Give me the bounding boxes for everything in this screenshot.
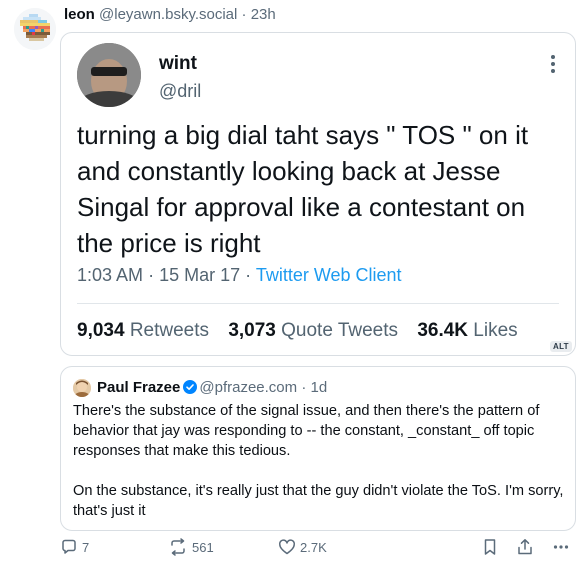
action-bar: 7 561 2.7K bbox=[60, 536, 580, 560]
more-options-button[interactable] bbox=[552, 538, 570, 556]
tweet-date: 15 Mar 17 bbox=[159, 265, 241, 285]
author-name[interactable]: leon bbox=[64, 6, 95, 23]
tweet-client-separator: · bbox=[245, 265, 252, 285]
blurred-face-icon bbox=[77, 43, 141, 107]
tweet-author-handle: @dril bbox=[159, 81, 202, 101]
share-icon bbox=[518, 539, 532, 555]
post-header: leon @leyawn.bsky.social · 23h bbox=[64, 6, 276, 24]
retweets-count: 9,034 bbox=[77, 320, 125, 341]
pixel-avatar-icon bbox=[14, 8, 56, 50]
quote-paragraph: There's the substance of the signal issu… bbox=[73, 403, 540, 459]
quote-body: There's the substance of the signal issu… bbox=[73, 401, 565, 521]
like-count: 2.7K bbox=[300, 539, 327, 555]
like-button[interactable]: 2.7K bbox=[278, 538, 327, 556]
more-horizontal-icon bbox=[553, 545, 569, 549]
share-button[interactable] bbox=[516, 538, 534, 556]
embedded-image[interactable]: wint @dril turning a big dial taht says … bbox=[60, 32, 576, 356]
repost-button[interactable]: 561 bbox=[168, 538, 214, 556]
likes-label: Likes bbox=[473, 320, 518, 341]
tweet-time-separator: · bbox=[148, 265, 155, 285]
quote-separator: · bbox=[301, 379, 307, 396]
quotes-count: 3,073 bbox=[228, 320, 276, 341]
quote-avatar[interactable] bbox=[73, 379, 91, 397]
like-icon bbox=[279, 539, 295, 555]
author-handle[interactable]: @leyawn.bsky.social bbox=[99, 6, 237, 23]
author-avatar[interactable] bbox=[14, 8, 56, 50]
retweets-label: Retweets bbox=[129, 320, 210, 341]
tweet-author-name: wint bbox=[159, 53, 197, 74]
quote-age[interactable]: 1d bbox=[310, 379, 327, 396]
tweet-time: 1:03 AM bbox=[77, 265, 144, 285]
tweet-text: turning a big dial taht says " TOS " on … bbox=[77, 120, 529, 258]
quote-header: Paul Frazee @pfrazee.com · 1d bbox=[97, 379, 327, 396]
repost-icon bbox=[171, 538, 185, 556]
reply-count: 7 bbox=[82, 539, 90, 555]
quote-paragraph: On the substance, it's really just that … bbox=[73, 483, 564, 519]
bookmark-button[interactable] bbox=[482, 538, 498, 556]
post-age[interactable]: 23h bbox=[251, 6, 276, 23]
header-separator: · bbox=[241, 6, 247, 23]
alt-badge[interactable]: ALT bbox=[550, 341, 572, 352]
likes-count: 36.4K bbox=[417, 320, 469, 341]
bookmark-icon bbox=[484, 539, 496, 555]
more-vertical-icon bbox=[551, 55, 555, 76]
face-avatar-icon bbox=[73, 379, 91, 397]
tweet-divider bbox=[77, 303, 559, 304]
tweet-avatar bbox=[77, 43, 141, 107]
tweet-stats: 9,034 Retweets 3,073 Quote Tweets 36.4K … bbox=[77, 320, 532, 342]
tweet-client: Twitter Web Client bbox=[255, 265, 402, 285]
verified-icon bbox=[183, 380, 198, 394]
quote-author-name[interactable]: Paul Frazee bbox=[97, 379, 180, 396]
reply-button[interactable]: 7 bbox=[60, 538, 89, 556]
reply-icon bbox=[62, 539, 76, 554]
tweet-timestamp: 1:03 AM · 15 Mar 17 · Twitter Web Client bbox=[77, 265, 402, 286]
quote-author-handle[interactable]: @pfrazee.com bbox=[199, 379, 297, 396]
repost-count: 561 bbox=[192, 539, 214, 555]
quoted-post[interactable]: Paul Frazee @pfrazee.com · 1d There's the… bbox=[60, 366, 576, 531]
quotes-label: Quote Tweets bbox=[281, 320, 399, 341]
